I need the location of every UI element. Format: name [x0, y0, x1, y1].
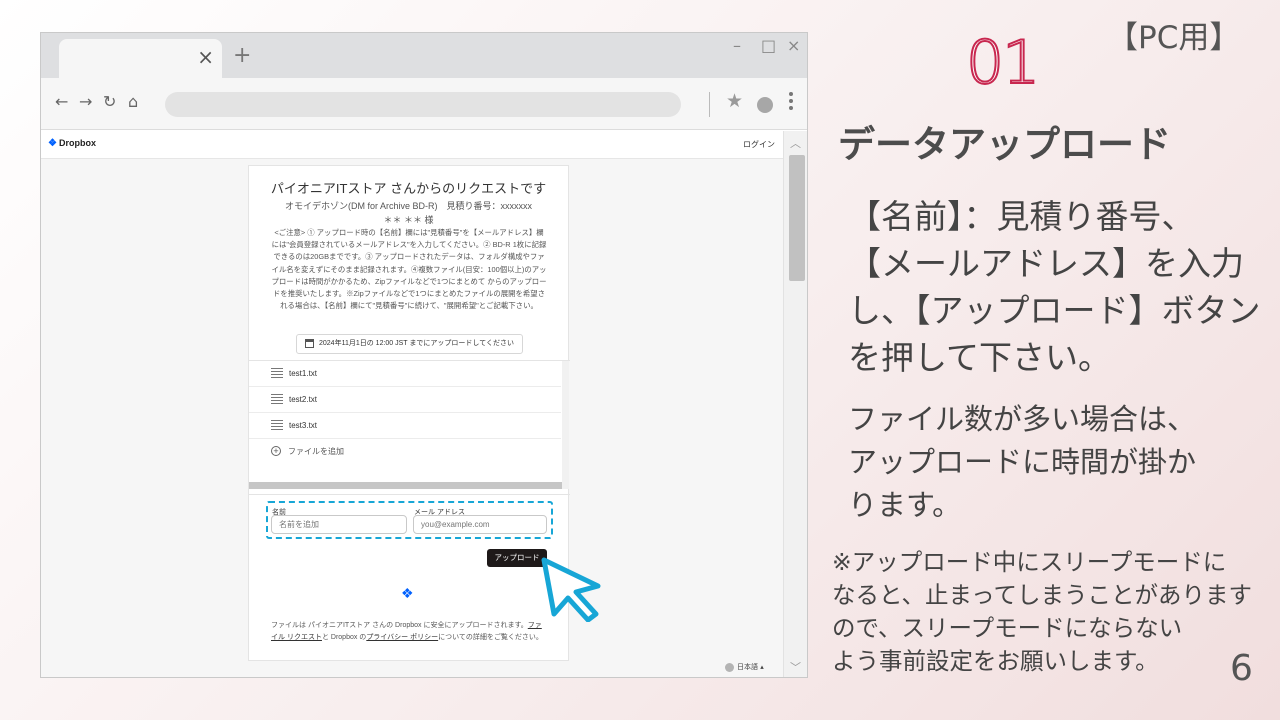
- minimize-icon[interactable]: –: [733, 37, 741, 55]
- add-file-button[interactable]: + ファイルを追加: [271, 446, 344, 457]
- file-request-card: パイオニアITストア さんからのリクエストです オモイデホゾン(DM for A…: [248, 165, 570, 662]
- globe-icon: [725, 662, 734, 672]
- name-input[interactable]: [271, 515, 407, 534]
- home-icon[interactable]: ⌂: [128, 92, 138, 112]
- browser-toolbar: ← → ↻ ⌂ ★: [41, 78, 807, 130]
- file-count-note: ファイル数が多い場合は、 アップロードに時間が掛か ります。: [848, 402, 1197, 522]
- scroll-up-icon[interactable]: ︿: [790, 135, 801, 151]
- menu-kebab-icon[interactable]: [789, 92, 795, 113]
- scrollbar-thumb[interactable]: [789, 155, 805, 281]
- profile-icon[interactable]: [757, 97, 773, 113]
- text-file-icon: [271, 368, 283, 379]
- dropbox-box-icon: ❖: [401, 585, 414, 601]
- file-list-hscrollbar[interactable]: [249, 482, 562, 489]
- pc-tag: 【PC用】: [1107, 20, 1241, 56]
- calendar-icon: [305, 339, 314, 348]
- file-list-scrollbar[interactable]: [562, 361, 569, 489]
- login-link[interactable]: ログイン: [743, 139, 775, 150]
- bookmark-star-icon[interactable]: ★: [726, 90, 743, 112]
- web-page: ❖ Dropbox ログイン ︿ ﹀ パイオニアITストア さんからのリクエストで…: [41, 131, 807, 677]
- sleep-mode-warning: ※アップロード中にスリープモードに なると、止まってしまうことがあります ので、…: [832, 548, 1252, 675]
- request-title: パイオニアITストア さんからのリクエストです: [270, 181, 547, 196]
- back-icon[interactable]: ←: [55, 92, 68, 112]
- text-file-icon: [271, 420, 283, 431]
- request-subtitle: オモイデホゾン(DM for Archive BD-R) 見積り番号：xxxxx…: [284, 201, 532, 211]
- file-list: test1.txt test2.txt test3.txt + ファイルを追加: [249, 360, 570, 494]
- request-note: <ご注意> ① アップロード時の【名前】欄には"見積番号"を【メールアドレス】欄…: [271, 228, 547, 311]
- browser-tab[interactable]: ×: [59, 39, 222, 78]
- address-bar[interactable]: [165, 92, 681, 117]
- toolbar-divider: [709, 92, 710, 117]
- upload-form: 名前 メール アドレス アップロード ❖ ファイルは パイオニアITストア さん…: [249, 494, 570, 662]
- text-file-icon: [271, 394, 283, 405]
- dropbox-header: ❖ Dropbox ログイン: [41, 131, 783, 159]
- reload-icon[interactable]: ↻: [103, 92, 116, 112]
- add-circle-icon: +: [271, 446, 281, 456]
- maximize-icon[interactable]: □: [761, 37, 776, 55]
- tab-bar: × + – □ ×: [41, 33, 807, 78]
- dropbox-logo[interactable]: ❖ Dropbox: [48, 138, 96, 149]
- slide-page-number: 6: [1230, 648, 1253, 689]
- language-selector[interactable]: 日本語 ▴: [725, 662, 764, 672]
- forward-icon[interactable]: →: [79, 92, 92, 112]
- footer-text: ファイルは パイオニアITストア さんの Dropbox に安全にアップロードさ…: [271, 622, 543, 641]
- scroll-down-icon[interactable]: ﹀: [790, 659, 801, 675]
- file-item[interactable]: test3.txt: [249, 413, 561, 439]
- file-item[interactable]: test2.txt: [249, 387, 561, 413]
- step-number: 01: [965, 27, 1041, 99]
- window-close-icon[interactable]: ×: [787, 37, 800, 55]
- privacy-policy-link[interactable]: プライバシー ポリシー: [366, 634, 438, 641]
- email-input[interactable]: [413, 515, 547, 534]
- recipient-name: ＊＊ ＊＊ 様: [383, 215, 434, 225]
- deadline-notice: 2024年11月1日の 12:00 JST までにアップロードしてください: [296, 334, 523, 354]
- browser-window: × + – □ × ← → ↻ ⌂ ★ ❖ Dropbox ログイン ︿ ﹀ パイ…: [40, 32, 808, 678]
- instruction-text: 【名前】：見積り番号、 【メールアドレス】を入力 し、【アップロード】ボタン を…: [848, 197, 1261, 377]
- page-scrollbar[interactable]: ︿ ﹀: [783, 131, 807, 677]
- slide-heading: データアップロード: [838, 123, 1171, 166]
- dropbox-box-icon: ❖: [48, 138, 57, 149]
- pointer-cursor-icon: [541, 557, 601, 622]
- tab-close-icon[interactable]: ×: [197, 46, 214, 68]
- new-tab-icon[interactable]: +: [233, 43, 251, 69]
- file-item[interactable]: test1.txt: [249, 361, 561, 387]
